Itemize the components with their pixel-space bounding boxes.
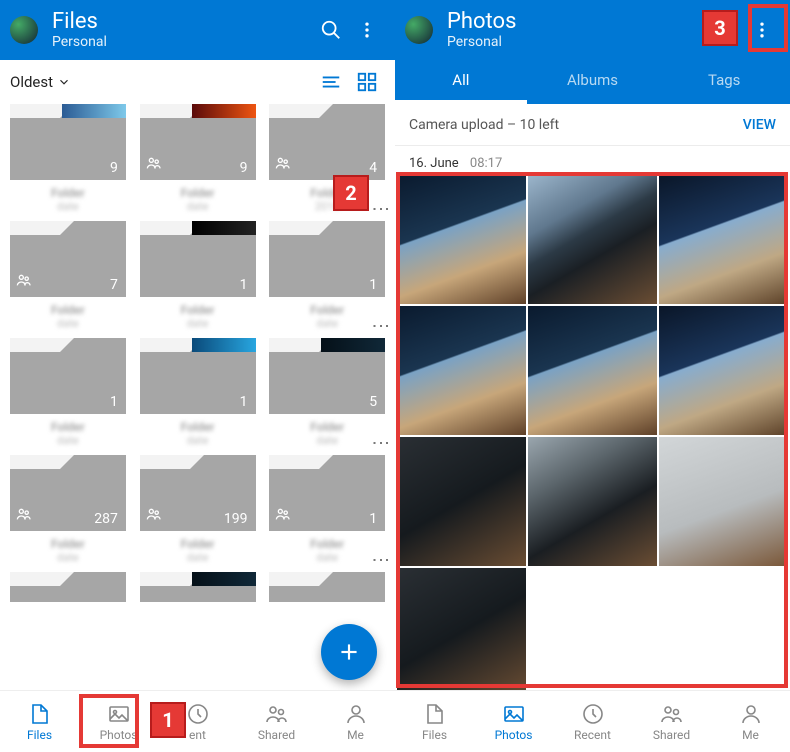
more-vert-icon[interactable]: ⋮ bbox=[370, 317, 391, 335]
highlight-box-3 bbox=[748, 4, 788, 52]
folder-count: 287 bbox=[94, 511, 118, 527]
folder-item[interactable]: 1Folderdate bbox=[136, 338, 260, 451]
avatar[interactable] bbox=[405, 16, 433, 44]
nav-shared[interactable]: Shared bbox=[237, 691, 316, 752]
header-titles: Files Personal bbox=[52, 10, 313, 50]
date-time: 08:17 bbox=[470, 156, 502, 171]
chevron-down-icon bbox=[57, 75, 71, 89]
nav-label: ent bbox=[189, 728, 206, 742]
folder-count: 1 bbox=[240, 277, 248, 293]
nav-shared[interactable]: Shared bbox=[632, 691, 711, 752]
nav-recent[interactable]: Recent bbox=[553, 691, 632, 752]
tab-all[interactable]: All bbox=[395, 60, 527, 104]
more-vert-icon[interactable] bbox=[349, 12, 385, 48]
shared-icon bbox=[146, 507, 162, 525]
tab-albums[interactable]: Albums bbox=[527, 60, 659, 104]
shared-icon bbox=[275, 156, 291, 174]
callout-3: 3 bbox=[702, 10, 738, 46]
date-header: 16. June 08:17 bbox=[395, 146, 790, 175]
nav-label: Recent bbox=[574, 728, 611, 742]
upload-banner: Camera upload – 10 left VIEW bbox=[395, 104, 790, 146]
folder-count: 9 bbox=[240, 160, 248, 176]
folder-count: 9 bbox=[110, 160, 118, 176]
nav-files[interactable]: Files bbox=[0, 691, 79, 752]
more-vert-icon[interactable]: ⋮ bbox=[370, 434, 391, 452]
nav-label: Photos bbox=[495, 728, 533, 742]
folder-count: 199 bbox=[224, 511, 248, 527]
list-view-icon[interactable] bbox=[313, 64, 349, 100]
page-title: Files bbox=[52, 10, 313, 34]
folder-row: 287Folderdate199Folderdate1Folderdate⋮ bbox=[6, 455, 389, 568]
folder-item[interactable]: 199Folderdate bbox=[136, 455, 260, 568]
callout-1: 1 bbox=[150, 702, 186, 738]
shared-icon bbox=[275, 507, 291, 525]
shared-icon bbox=[16, 507, 32, 525]
sort-label: Oldest bbox=[10, 73, 53, 91]
nav-label: Me bbox=[347, 728, 364, 742]
shared-icon bbox=[146, 156, 162, 174]
folder-row: 1Folderdate1Folderdate5Folderdate⋮ bbox=[6, 338, 389, 451]
nav-label: Files bbox=[27, 728, 52, 742]
folder-count: 1 bbox=[369, 511, 377, 527]
folder-count: 1 bbox=[240, 394, 248, 410]
grid-view-icon[interactable] bbox=[349, 64, 385, 100]
header-titles: Photos Personal bbox=[447, 10, 744, 50]
folder-item[interactable]: 1Folderdate bbox=[136, 221, 260, 334]
avatar[interactable] bbox=[10, 16, 38, 44]
account-label: Personal bbox=[52, 34, 313, 50]
highlight-box-photos bbox=[396, 172, 788, 688]
nav-label: Shared bbox=[258, 728, 295, 742]
sort-dropdown[interactable]: Oldest bbox=[10, 73, 71, 91]
folder-row: 9Folderdate9Folderdate4Folder2016⋮ bbox=[6, 104, 389, 217]
nav-label: Files bbox=[422, 728, 447, 742]
more-vert-icon[interactable]: ⋮ bbox=[370, 551, 391, 569]
banner-view-button[interactable]: VIEW bbox=[743, 117, 776, 133]
folder-item[interactable]: 287Folderdate bbox=[6, 455, 130, 568]
shared-icon bbox=[16, 273, 32, 291]
folder-count: 5 bbox=[369, 394, 377, 410]
tabs: AllAlbumsTags bbox=[395, 60, 790, 104]
folder-count: 7 bbox=[110, 277, 118, 293]
nav-photos[interactable]: Photos bbox=[474, 691, 553, 752]
bottom-nav: FilesPhotosentSharedMe bbox=[0, 690, 395, 752]
nav-me[interactable]: Me bbox=[316, 691, 395, 752]
callout-2: 2 bbox=[333, 175, 369, 211]
fab-add[interactable] bbox=[321, 624, 377, 680]
account-label: Personal bbox=[447, 34, 744, 50]
highlight-box-1 bbox=[79, 694, 139, 748]
header: Files Personal bbox=[0, 0, 395, 60]
date-day: 16. June bbox=[409, 156, 459, 171]
bottom-nav: Files Photos Recent Shared Me bbox=[395, 690, 790, 752]
folder-count: 1 bbox=[369, 277, 377, 293]
nav-label: Shared bbox=[653, 728, 690, 742]
folder-item[interactable]: 1Folderdate bbox=[6, 338, 130, 451]
folder-item[interactable]: 9Folderdate bbox=[136, 104, 260, 217]
nav-me[interactable]: Me bbox=[711, 691, 790, 752]
folder-item[interactable]: 9Folderdate bbox=[6, 104, 130, 217]
folder-count: 1 bbox=[110, 394, 118, 410]
nav-label: Me bbox=[742, 728, 759, 742]
toolbar: Oldest bbox=[0, 60, 395, 104]
more-vert-icon[interactable]: ⋮ bbox=[370, 200, 391, 218]
banner-text: Camera upload – 10 left bbox=[409, 117, 559, 133]
page-title: Photos bbox=[447, 10, 744, 34]
folder-row: 7Folderdate1Folderdate1Folderdate⋮ bbox=[6, 221, 389, 334]
nav-files[interactable]: Files bbox=[395, 691, 474, 752]
tab-tags[interactable]: Tags bbox=[658, 60, 790, 104]
files-screen: Files Personal Oldest 9Folderdate9Folder… bbox=[0, 0, 395, 752]
folder-count: 4 bbox=[369, 160, 377, 176]
folder-item[interactable]: 7Folderdate bbox=[6, 221, 130, 334]
search-icon[interactable] bbox=[313, 12, 349, 48]
